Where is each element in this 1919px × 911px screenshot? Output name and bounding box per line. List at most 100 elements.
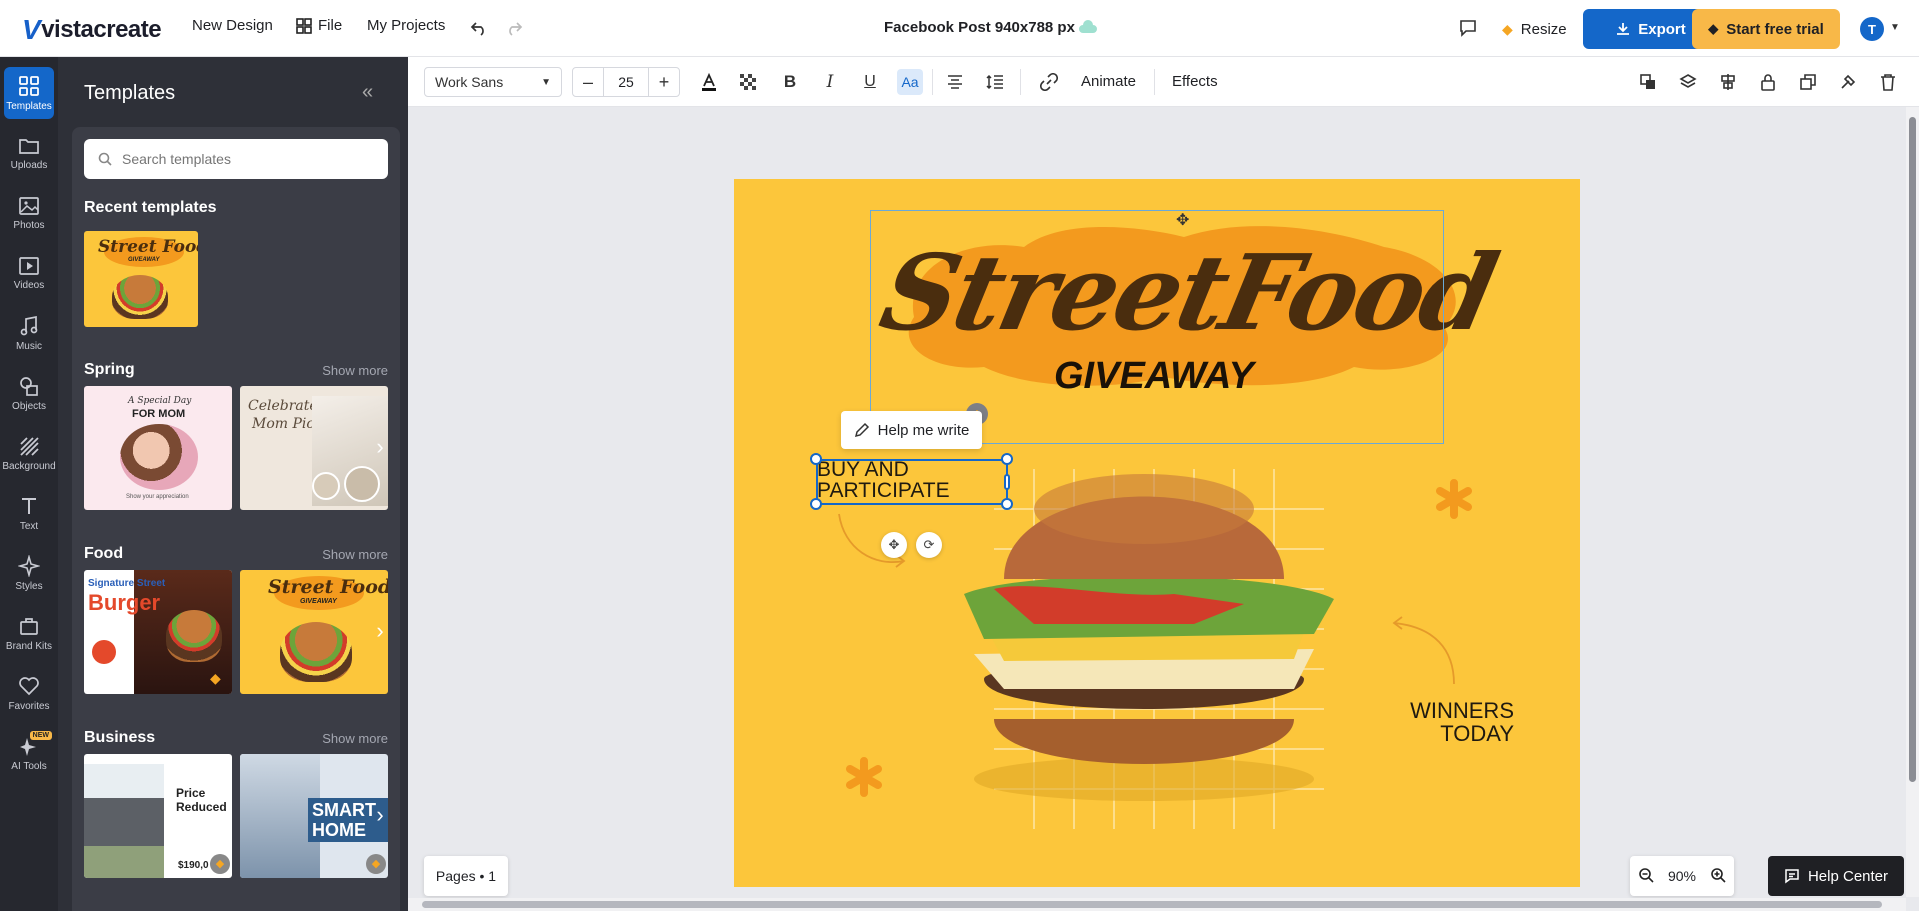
rail-label: Styles [15, 580, 43, 592]
vistacreate-logo[interactable]: V vistacreate [22, 14, 162, 46]
rail-item-text[interactable]: Text [4, 487, 54, 539]
zoom-out-icon[interactable] [1638, 867, 1654, 886]
show-more-spring[interactable]: Show more [322, 363, 388, 378]
link-icon[interactable] [1036, 69, 1062, 95]
logo-text: vistacreate [41, 16, 162, 43]
new-design-button[interactable]: New Design [192, 17, 273, 34]
vertical-scrollbar[interactable] [1906, 107, 1919, 897]
pages-button[interactable]: Pages • 1 [424, 856, 508, 896]
rail-item-background[interactable]: Background [2, 427, 56, 479]
food-next-arrow[interactable]: › [370, 611, 390, 651]
horizontal-scrollbar[interactable] [408, 898, 1906, 911]
title-selection-box[interactable] [870, 210, 1444, 444]
rail-item-templates[interactable]: Templates [4, 67, 54, 119]
duplicate-icon[interactable] [1795, 69, 1821, 95]
thumb-text: HOME [312, 820, 366, 840]
thumb-text: Show your appreciation [126, 494, 189, 500]
animate-button[interactable]: Animate [1081, 73, 1136, 90]
food-template-thumb-1[interactable]: Signature Street Burger ◆ [84, 570, 232, 694]
burger-image [112, 275, 168, 319]
effects-button[interactable]: Effects [1172, 73, 1218, 90]
align-center-icon[interactable] [942, 69, 968, 95]
business-template-thumb-2[interactable]: SMART HOME ◆ [240, 754, 388, 878]
resize-handle-right[interactable] [1004, 474, 1010, 490]
scrollbar-thumb[interactable] [422, 901, 1882, 908]
text-selection-box[interactable] [816, 459, 1008, 505]
font-size-stepper[interactable]: – 25 + [572, 67, 680, 97]
rail-item-videos[interactable]: Videos [4, 247, 54, 299]
rail-item-favorites[interactable]: Favorites [4, 667, 54, 719]
font-size-value[interactable]: 25 [603, 68, 649, 96]
spring-template-thumb-2[interactable]: Celebrate Mom Picks [240, 386, 388, 510]
resize-handle-bl[interactable] [810, 498, 822, 510]
scrollbar-thumb[interactable] [1909, 117, 1916, 782]
font-name: Work Sans [435, 74, 504, 90]
file-menu-button[interactable]: File [296, 17, 342, 34]
objects-icon [20, 376, 38, 396]
redo-icon[interactable] [502, 16, 526, 40]
rail-item-brand-kits[interactable]: Brand Kits [4, 607, 54, 659]
resize-handle-br[interactable] [1001, 498, 1013, 510]
text-toolbar: Work Sans ▼ – 25 + B I U Aa Animate Effe… [408, 57, 1919, 107]
increase-size-icon[interactable]: + [649, 68, 679, 96]
comment-icon[interactable] [1456, 16, 1480, 40]
align-icon[interactable] [1715, 69, 1741, 95]
avatar[interactable]: T [1860, 17, 1884, 41]
collapse-panel-icon[interactable]: « [362, 81, 373, 104]
italic-icon[interactable]: I [817, 69, 843, 95]
lock-icon[interactable] [1755, 69, 1781, 95]
text-color-icon[interactable] [696, 69, 722, 95]
start-free-trial-button[interactable]: ◆ Start free trial [1692, 9, 1840, 49]
heart-icon [19, 676, 39, 695]
rail-item-music[interactable]: Music [4, 307, 54, 359]
export-label: Export [1638, 20, 1686, 38]
business-next-arrow[interactable]: › [370, 795, 390, 835]
document-title[interactable]: Facebook Post 940x788 px [884, 19, 1075, 36]
my-projects-button[interactable]: My Projects [367, 17, 445, 34]
rail-item-objects[interactable]: Objects [4, 367, 54, 419]
zoom-level[interactable]: 90% [1668, 868, 1696, 884]
curved-arrow [1392, 616, 1455, 685]
rail-item-uploads[interactable]: Uploads [4, 127, 54, 179]
transparency-icon[interactable] [735, 69, 761, 95]
food-template-thumb-2[interactable]: Street Food GIVEAWAY [240, 570, 388, 694]
winners-today-text[interactable]: WINNERS TODAY [1394, 699, 1514, 745]
search-box[interactable] [84, 139, 388, 179]
text-case-icon[interactable]: Aa [897, 69, 923, 95]
recent-template-thumb[interactable]: Street Food GIVEAWAY [84, 231, 198, 327]
spring-next-arrow[interactable]: › [370, 427, 390, 467]
zoom-in-icon[interactable] [1710, 867, 1726, 886]
rail-label: Uploads [10, 159, 48, 171]
help-center-button[interactable]: Help Center [1768, 856, 1904, 896]
font-family-select[interactable]: Work Sans ▼ [424, 67, 562, 97]
rail-label: Background [2, 460, 56, 472]
red-circle [92, 640, 116, 664]
spring-template-thumb-1[interactable]: A Special Day FOR MOM Show your apprecia… [84, 386, 232, 510]
layers-icon[interactable] [1675, 69, 1701, 95]
trash-icon[interactable] [1875, 69, 1901, 95]
resize-handle-tr[interactable] [1001, 453, 1013, 465]
line-spacing-icon[interactable] [982, 69, 1008, 95]
rail-item-styles[interactable]: Styles [4, 547, 54, 599]
rail-item-ai-tools[interactable]: NEW AI Tools [4, 727, 54, 779]
show-more-food[interactable]: Show more [322, 547, 388, 562]
chat-icon [1785, 869, 1799, 884]
rotate-icon[interactable]: ⟳ [916, 532, 942, 558]
chevron-down-icon[interactable]: ▼ [1890, 22, 1900, 33]
copy-style-icon[interactable] [1835, 69, 1861, 95]
search-input[interactable] [122, 151, 362, 167]
underline-icon[interactable]: U [857, 69, 883, 95]
help-me-write-button[interactable]: Help me write [841, 411, 982, 449]
decrease-size-icon[interactable]: – [573, 68, 603, 96]
resize-handle-tl[interactable] [810, 453, 822, 465]
section-title-business: Business [84, 729, 156, 746]
move-icon[interactable]: ✥ [881, 532, 907, 558]
bold-icon[interactable]: B [777, 69, 803, 95]
rail-item-photos[interactable]: Photos [4, 187, 54, 239]
show-more-business[interactable]: Show more [322, 731, 388, 746]
top-bar: V vistacreate New Design File My Project… [0, 0, 1919, 57]
undo-icon[interactable] [467, 16, 491, 40]
resize-button[interactable]: ◆ Resize [1502, 14, 1567, 44]
business-template-thumb-1[interactable]: Price Reduced $190,0 ◆ [84, 754, 232, 878]
replace-icon[interactable] [1635, 69, 1661, 95]
